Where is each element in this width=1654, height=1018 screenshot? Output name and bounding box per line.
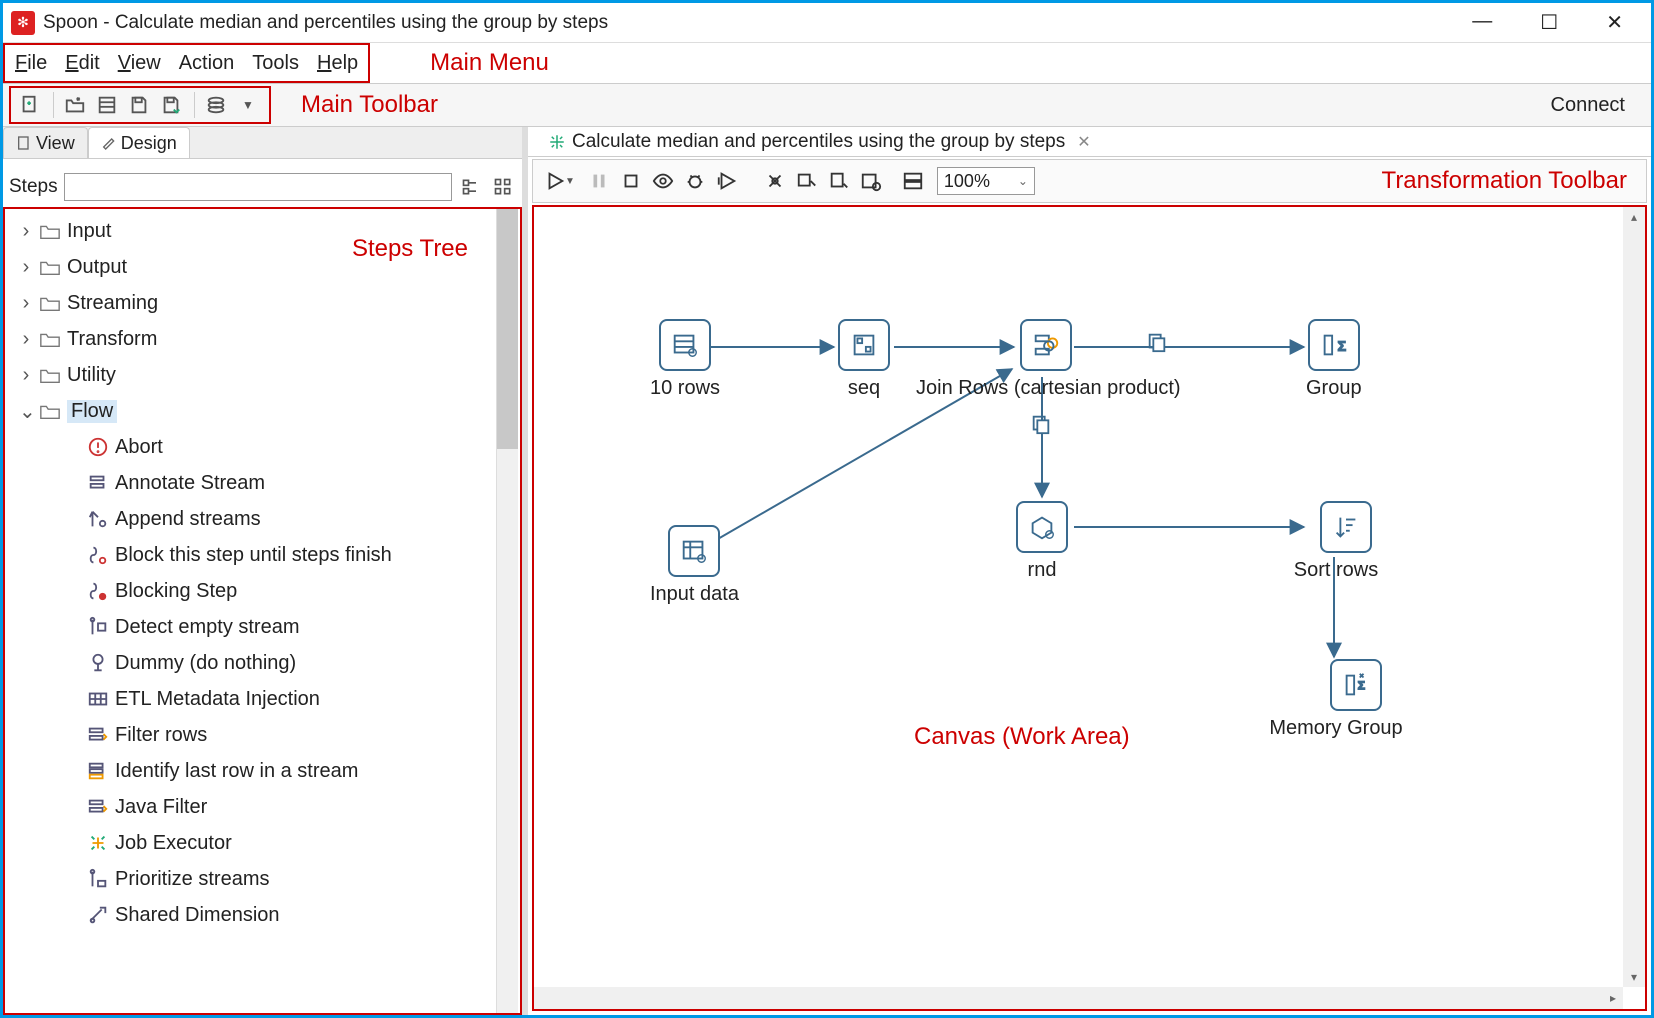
close-tab-icon[interactable]: ✕ [1077,132,1090,152]
maximize-button[interactable]: ☐ [1540,10,1558,35]
preview-button[interactable] [647,165,679,197]
steps-tree: Steps Tree ›Input ›Output ›Streaming ›Tr… [3,207,522,1015]
steps-search-input[interactable] [64,173,452,201]
menu-action[interactable]: Action [179,52,235,75]
steps-search-bar: Steps [3,167,522,207]
node-join-rows[interactable]: Join Rows (cartesian product) [1016,319,1076,400]
new-file-button[interactable] [15,90,45,120]
show-results-button[interactable] [897,165,929,197]
titlebar: ✻ Spoon - Calculate median and percentil… [3,3,1651,43]
node-input-data[interactable]: Input data [650,525,739,606]
annotation-main-menu: Main Menu [430,49,549,77]
tree-folder-flow[interactable]: ⌄Flow [13,393,520,429]
zoom-selector[interactable]: 100% ⌄ [937,167,1035,195]
menu-help[interactable]: Help [317,52,358,75]
tab-view[interactable]: View [3,127,88,158]
tree-item-annotate-stream[interactable]: Annotate Stream [13,465,520,501]
stop-button[interactable] [615,165,647,197]
tree-item-append-streams[interactable]: Append streams [13,501,520,537]
menu-file[interactable]: File [15,52,47,75]
annotation-main-toolbar: Main Toolbar [301,91,438,119]
annotation-transformation-toolbar: Transformation Toolbar [1382,167,1627,195]
save-as-button[interactable] [156,90,186,120]
verify-button[interactable] [759,165,791,197]
perspective-button[interactable] [201,90,231,120]
tree-scrollbar[interactable] [496,209,518,1013]
annotation-steps-tree: Steps Tree [352,235,468,263]
tab-design[interactable]: Design [88,127,190,158]
node-sort-rows[interactable]: Sort rows [1306,501,1386,582]
impact-analysis-button[interactable] [791,165,823,197]
menu-view[interactable]: View [118,52,161,75]
tree-item-identify-last-row[interactable]: Identify last row in a stream [13,753,520,789]
tree-item-filter-rows[interactable]: Filter rows [13,717,520,753]
node-seq[interactable]: seq [838,319,890,400]
run-dropdown[interactable]: ▼ [565,176,575,187]
canvas-vertical-scrollbar[interactable]: ▴▾ [1623,207,1645,987]
canvas-horizontal-scrollbar[interactable]: ▸ [534,987,1623,1009]
explore-button[interactable] [92,90,122,120]
annotation-canvas: Canvas (Work Area) [914,723,1130,751]
tab-design-label: Design [121,133,177,154]
save-button[interactable] [124,90,154,120]
zoom-value: 100% [944,171,990,192]
tree-folder-streaming[interactable]: ›Streaming [13,285,520,321]
right-panel: Calculate median and percentiles using t… [528,127,1651,1015]
tab-view-label: View [36,133,75,154]
expand-tree-button[interactable] [458,174,484,200]
node-group[interactable]: Σ Group [1306,319,1362,400]
menu-tools[interactable]: Tools [252,52,299,75]
tree-item-prioritize-streams[interactable]: Prioritize streams [13,861,520,897]
hop-copy-icon [1030,413,1052,435]
main-toolbar: ▼ Main Toolbar Connect [3,83,1651,127]
minimize-button[interactable]: — [1472,10,1492,35]
window-title: Spoon - Calculate median and percentiles… [43,12,608,34]
collapse-tree-button[interactable] [490,174,516,200]
tree-item-detect-empty-stream[interactable]: Detect empty stream [13,609,520,645]
svg-text:Σ: Σ [1338,339,1346,354]
replay-button[interactable] [711,165,743,197]
canvas[interactable]: 10 rows seq Join Rows (cartesian product… [534,207,1645,1009]
close-button[interactable]: ✕ [1606,10,1623,35]
tree-folder-utility[interactable]: ›Utility [13,357,520,393]
tree-item-abort[interactable]: Abort [13,429,520,465]
chevron-down-icon: ⌄ [1018,174,1028,188]
canvas-tab[interactable]: Calculate median and percentiles using t… [528,127,1651,157]
app-icon: ✻ [11,11,35,35]
node-memory-group[interactable]: Σ Memory Group [1306,659,1406,740]
perspective-dropdown[interactable]: ▼ [233,90,263,120]
hop-copy-icon [1146,331,1168,353]
tree-item-job-executor[interactable]: Job Executor [13,825,520,861]
tree-item-blocking-step[interactable]: Blocking Step [13,573,520,609]
pause-button[interactable] [583,165,615,197]
svg-text:Σ: Σ [1358,680,1365,692]
node-10-rows[interactable]: 10 rows [650,319,720,400]
left-panel-tabs: View Design [3,127,522,159]
connect-link[interactable]: Connect [1551,94,1626,117]
tree-item-etl-metadata-injection[interactable]: ETL Metadata Injection [13,681,520,717]
steps-label: Steps [9,176,58,198]
tree-item-block-until-finish[interactable]: Block this step until steps finish [13,537,520,573]
tree-item-shared-dimension[interactable]: Shared Dimension [13,897,520,933]
left-panel: View Design Steps Steps Tree ›Input ›Out… [3,127,528,1015]
tree-item-java-filter[interactable]: Java Filter [13,789,520,825]
sql-button[interactable] [823,165,855,197]
open-file-button[interactable] [60,90,90,120]
explore-db-button[interactable] [855,165,887,197]
transformation-icon [548,133,566,151]
menu-edit[interactable]: Edit [65,52,99,75]
main-menu: File Edit View Action Tools Help [3,43,370,83]
node-rnd[interactable]: rnd [1016,501,1068,582]
tree-item-dummy[interactable]: Dummy (do nothing) [13,645,520,681]
tree-folder-transform[interactable]: ›Transform [13,321,520,357]
canvas-tab-label: Calculate median and percentiles using t… [572,131,1065,153]
debug-button[interactable] [679,165,711,197]
